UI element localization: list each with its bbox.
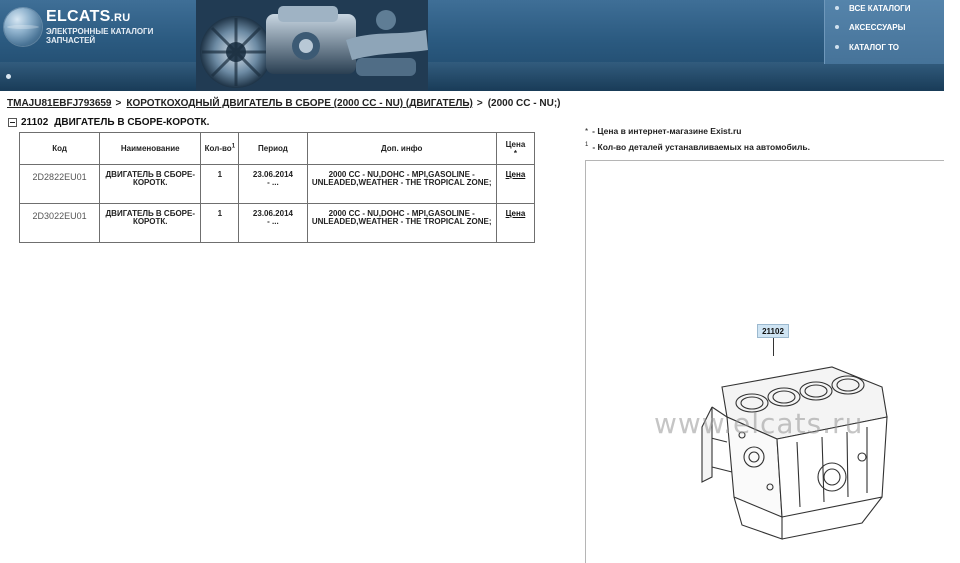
- header-price-mark: *: [513, 148, 517, 158]
- part-period: 23.06.2014 - ...: [238, 164, 308, 204]
- breadcrumb-separator: >: [476, 98, 483, 109]
- part-code[interactable]: 2D3022EU01: [18, 203, 101, 243]
- header-qty-mark: 1: [231, 143, 236, 150]
- part-period-more: - ...: [267, 217, 279, 226]
- header-shade: [0, 62, 944, 91]
- table-header-row: Код Наименование Кол-во1 Период Доп. инф…: [18, 132, 536, 165]
- diagram-callout-21102[interactable]: 21102: [757, 324, 789, 338]
- collapse-minus-icon[interactable]: [8, 118, 17, 127]
- bullet-icon: [835, 45, 839, 49]
- site-logo[interactable]: ELCATS.RU: [46, 8, 130, 26]
- note-price-mark: *: [585, 127, 589, 136]
- part-qty: 1: [200, 203, 240, 243]
- nav-maintenance-catalog-label: КАТАЛОГ ТО: [849, 42, 900, 52]
- logo-suffix: .RU: [110, 12, 131, 24]
- note-qty-mark: 1: [585, 142, 589, 149]
- breadcrumb-separator: >: [115, 98, 122, 109]
- part-price-cell: Цена: [495, 164, 536, 204]
- nav-all-catalogs-label: ВСЕ КАТАЛОГИ: [849, 3, 911, 13]
- part-info: 2000 CC - NU,DOHC - MPI,GASOLINE - UNLEA…: [306, 164, 497, 204]
- table-row: 2D3022EU01 ДВИГАТЕЛЬ В СБОРЕ-КОРОТК. 1 2…: [18, 203, 536, 243]
- note-qty: 1- Кол-во деталей устанавливаемых на авт…: [585, 142, 810, 152]
- catalog-nav: ВСЕ КАТАЛОГИ АКСЕССУАРЫ КАТАЛОГ ТО: [824, 0, 944, 64]
- part-period: 23.06.2014 - ...: [238, 203, 308, 243]
- header-dot-icon: [6, 74, 11, 79]
- breadcrumb-section-link[interactable]: КОРОТКОХОДНЫЙ ДВИГАТЕЛЬ В СБОРЕ (2000 CC…: [126, 98, 473, 109]
- group-name: ДВИГАТЕЛЬ В СБОРЕ-КОРОТК.: [54, 117, 210, 128]
- site-header: ELCATS.RU ЭЛЕКТРОННЫЕ КАТАЛОГИ ЗАПЧАСТЕЙ: [0, 0, 944, 91]
- part-period-more: - ...: [267, 178, 279, 187]
- parts-diagram: 21102 www.elcats.ru: [585, 160, 944, 563]
- header-price-label: Цена: [505, 139, 526, 149]
- bullet-icon: [835, 25, 839, 29]
- header-info: Доп. инфо: [306, 132, 497, 165]
- engine-banner-image: [196, 0, 428, 91]
- header-name: Наименование: [99, 132, 202, 165]
- header-code: Код: [18, 132, 101, 165]
- logo-subtitle: ЭЛЕКТРОННЫЕ КАТАЛОГИ ЗАПЧАСТЕЙ: [46, 27, 154, 45]
- globe-logo-icon[interactable]: [4, 8, 42, 46]
- nav-accessories[interactable]: АКСЕССУАРЫ: [835, 20, 905, 34]
- note-qty-text: - Кол-во деталей устанавливаемых на авто…: [592, 142, 810, 152]
- nav-accessories-label: АКСЕССУАРЫ: [849, 22, 906, 32]
- note-price-text: - Цена в интернет-магазине Exist.ru: [592, 126, 742, 136]
- price-link[interactable]: Цена: [506, 170, 526, 179]
- part-name: ДВИГАТЕЛЬ В СБОРЕ-КОРОТК.: [99, 203, 202, 243]
- logo-title: ELCATS: [46, 8, 111, 25]
- group-code: 21102: [21, 117, 49, 128]
- parts-table: Код Наименование Кол-во1 Период Доп. инф…: [18, 132, 536, 243]
- part-qty: 1: [200, 164, 240, 204]
- header-period: Период: [238, 132, 308, 165]
- header-qty: Кол-во1: [200, 132, 240, 165]
- part-info: 2000 CC - NU,DOHC - MPI,GASOLINE - UNLEA…: [306, 203, 497, 243]
- part-code[interactable]: 2D2822EU01: [18, 164, 101, 204]
- engine-block-drawing: [701, 366, 888, 540]
- header-price: Цена *: [495, 132, 536, 165]
- note-price: * - Цена в интернет-магазине Exist.ru: [585, 126, 741, 136]
- nav-maintenance-catalog[interactable]: КАТАЛОГ ТО: [835, 40, 899, 54]
- diagram-watermark: www.elcats.ru: [654, 407, 864, 440]
- part-price-cell: Цена: [495, 203, 536, 243]
- bullet-icon: [835, 6, 839, 10]
- part-name: ДВИГАТЕЛЬ В СБОРЕ-КОРОТК.: [99, 164, 202, 204]
- table-row: 2D2822EU01 ДВИГАТЕЛЬ В СБОРЕ-КОРОТК. 1 2…: [18, 164, 536, 204]
- header-qty-label: Кол-во: [204, 144, 232, 153]
- breadcrumb: TMAJU81EBFJ793659 > КОРОТКОХОДНЫЙ ДВИГАТЕЛ…: [7, 98, 561, 109]
- breadcrumb-vin-link[interactable]: TMAJU81EBFJ793659: [7, 98, 112, 109]
- nav-all-catalogs[interactable]: ВСЕ КАТАЛОГИ: [835, 1, 910, 15]
- breadcrumb-current: (2000 CC - NU;): [487, 98, 561, 109]
- price-link[interactable]: Цена: [506, 209, 526, 218]
- group-title: 21102 ДВИГАТЕЛЬ В СБОРЕ-КОРОТК.: [8, 117, 209, 128]
